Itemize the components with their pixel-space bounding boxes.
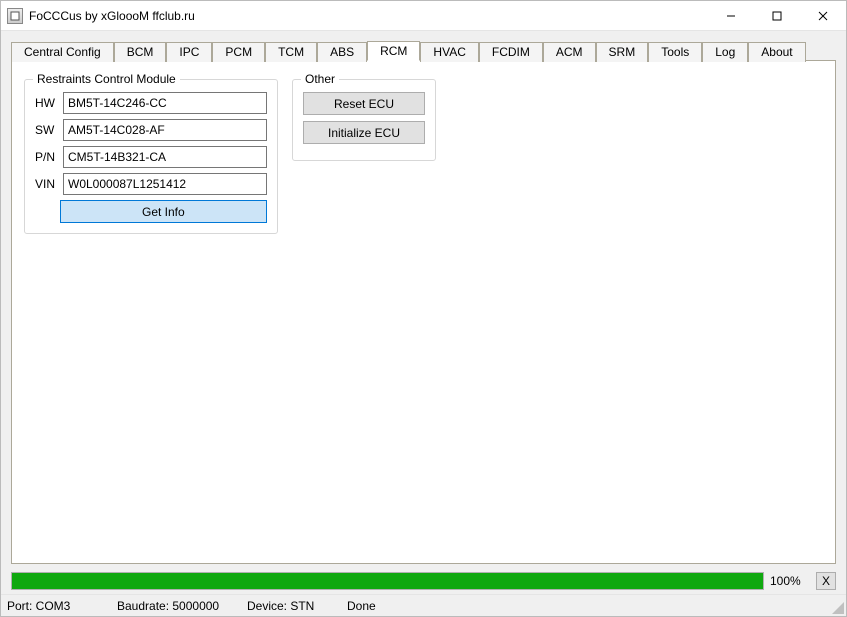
row-pn: P/N (35, 146, 267, 168)
label-vin: VIN (35, 177, 63, 191)
progress-percent-label: 100% (770, 574, 810, 588)
get-info-button[interactable]: Get Info (60, 200, 267, 223)
tab-strip: Central Config BCM IPC PCM TCM ABS RCM H… (11, 41, 836, 61)
status-bar: Port: COM3 Baudrate: 5000000 Device: STN… (1, 594, 846, 616)
label-pn: P/N (35, 150, 63, 164)
tab-srm[interactable]: SRM (596, 42, 649, 62)
tab-acm[interactable]: ACM (543, 42, 596, 62)
progress-fill (12, 573, 763, 589)
tab-tcm[interactable]: TCM (265, 42, 317, 62)
label-sw: SW (35, 123, 63, 137)
status-baudrate: Baudrate: 5000000 (117, 599, 247, 613)
close-button[interactable] (800, 1, 846, 31)
group-restraints-legend: Restraints Control Module (33, 72, 180, 86)
group-restraints-control-module: Restraints Control Module HW SW P/N VIN (24, 79, 278, 234)
group-other-legend: Other (301, 72, 339, 86)
minimize-button[interactable] (708, 1, 754, 31)
status-state: Done (347, 599, 400, 613)
initialize-ecu-button[interactable]: Initialize ECU (303, 121, 425, 144)
input-hw[interactable] (63, 92, 267, 114)
progress-bar (11, 572, 764, 590)
client-area: Central Config BCM IPC PCM TCM ABS RCM H… (1, 31, 846, 564)
title-bar: FoCCCus by xGloooM ffclub.ru (1, 1, 846, 31)
row-hw: HW (35, 92, 267, 114)
tab-page-rcm: Restraints Control Module HW SW P/N VIN (11, 60, 836, 564)
tab-fcdim[interactable]: FCDIM (479, 42, 543, 62)
input-sw[interactable] (63, 119, 267, 141)
tab-central-config[interactable]: Central Config (11, 42, 114, 62)
maximize-button[interactable] (754, 1, 800, 31)
x-icon: X (822, 574, 830, 588)
app-icon (7, 8, 23, 24)
tab-tools[interactable]: Tools (648, 42, 702, 62)
get-info-spacer (35, 200, 60, 223)
resize-grip[interactable] (830, 600, 844, 614)
progress-cancel-button[interactable]: X (816, 572, 836, 590)
progress-area: 100% X (1, 564, 846, 594)
tab-abs[interactable]: ABS (317, 42, 367, 62)
tab-pcm[interactable]: PCM (212, 42, 265, 62)
row-get-info: Get Info (35, 200, 267, 223)
tab-about[interactable]: About (748, 42, 805, 62)
tab-log[interactable]: Log (702, 42, 748, 62)
tab-hvac[interactable]: HVAC (420, 42, 478, 62)
group-other: Other Reset ECU Initialize ECU (292, 79, 436, 161)
status-port: Port: COM3 (7, 599, 117, 613)
input-pn[interactable] (63, 146, 267, 168)
tab-bcm[interactable]: BCM (114, 42, 167, 62)
row-vin: VIN (35, 173, 267, 195)
tab-ipc[interactable]: IPC (166, 42, 212, 62)
input-vin[interactable] (63, 173, 267, 195)
window-title: FoCCCus by xGloooM ffclub.ru (29, 9, 195, 23)
label-hw: HW (35, 96, 63, 110)
reset-ecu-button[interactable]: Reset ECU (303, 92, 425, 115)
row-sw: SW (35, 119, 267, 141)
tab-rcm[interactable]: RCM (367, 41, 420, 61)
status-device: Device: STN (247, 599, 347, 613)
